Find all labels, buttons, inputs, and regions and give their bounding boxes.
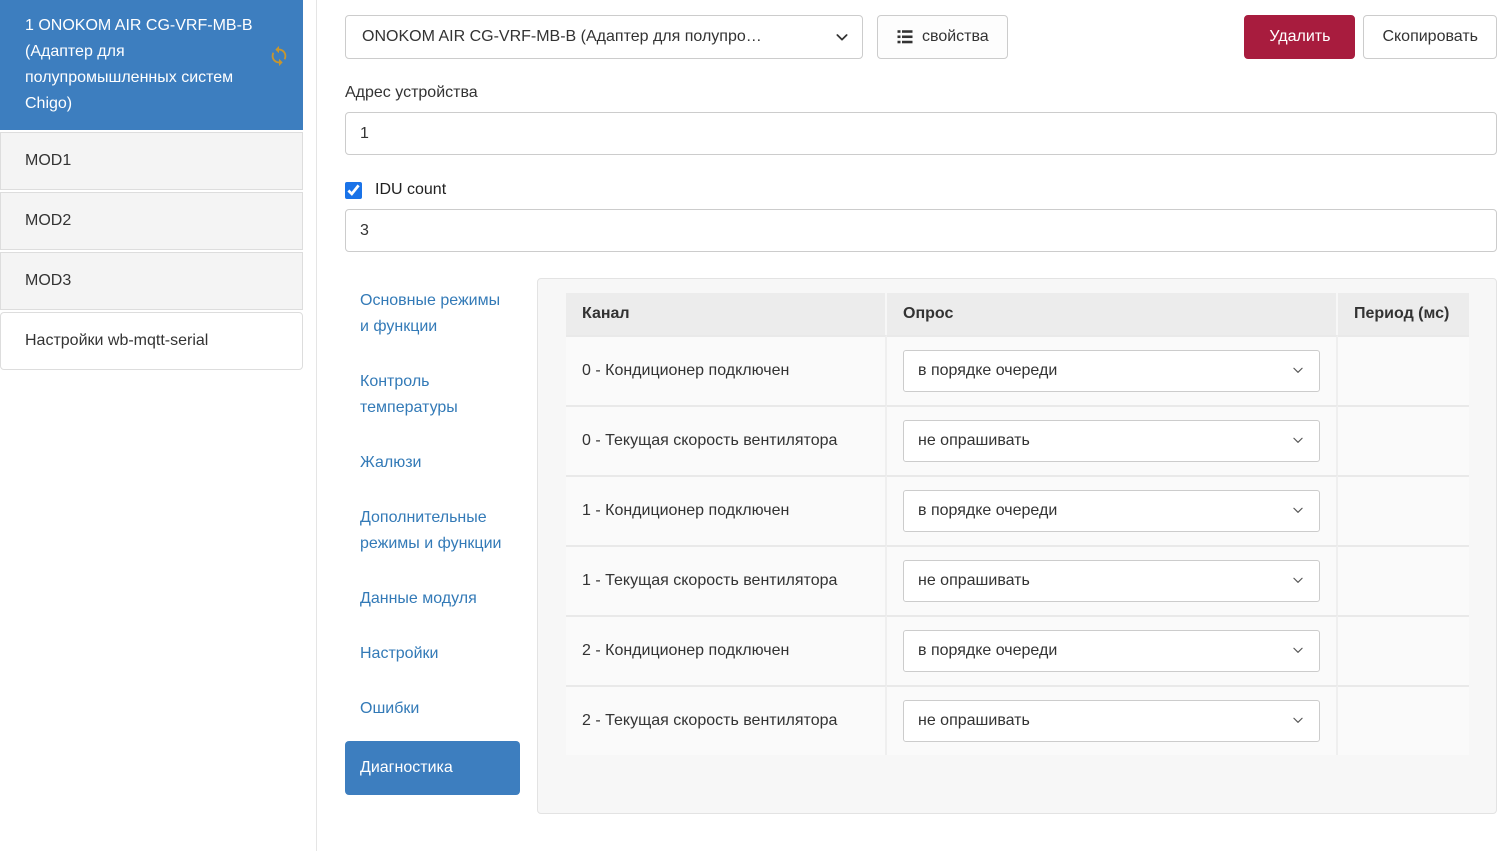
properties-button-label: свойства: [922, 28, 989, 46]
channel-label: 1 - Кондиционер подключен: [566, 475, 887, 545]
chevron-down-icon: [834, 29, 850, 45]
table-row: 0 - Кондиционер подключен в порядке очер…: [566, 335, 1469, 405]
period-cell: [1338, 685, 1469, 755]
list-icon: [896, 28, 914, 46]
device-type-select[interactable]: ONOKOM AIR CG-VRF-MB-B (Адаптер для полу…: [345, 15, 863, 59]
chevron-down-icon: [1291, 573, 1307, 589]
table-row: 1 - Кондиционер подключен в порядке очер…: [566, 475, 1469, 545]
poll-mode-value: в порядке очереди: [918, 362, 1057, 380]
address-input[interactable]: [345, 112, 1497, 155]
tab-module-data[interactable]: Данные модуля: [345, 576, 520, 622]
sidebar-item-mod1[interactable]: MOD1: [0, 132, 303, 190]
chevron-down-icon: [1291, 713, 1307, 729]
channel-label: 0 - Кондиционер подключен: [566, 335, 887, 405]
device-sidebar: 1 ONOKOM AIR CG-VRF-MB-B (Адаптер для по…: [0, 0, 303, 370]
poll-mode-select[interactable]: не опрашивать: [903, 560, 1320, 602]
sidebar-item-mod3[interactable]: MOD3: [0, 252, 303, 310]
period-cell: [1338, 615, 1469, 685]
poll-mode-select[interactable]: в порядке очереди: [903, 490, 1320, 532]
delete-button[interactable]: Удалить: [1244, 15, 1355, 59]
tabs-and-panel: Основные режимы и функции Контроль темпе…: [345, 278, 1497, 814]
sidebar-item-label: 1 ONOKOM AIR CG-VRF-MB-B (Адаптер для по…: [25, 17, 253, 112]
sidebar-item-serial-settings[interactable]: Настройки wb-mqtt-serial: [0, 312, 303, 370]
idu-count-row: IDU count: [345, 181, 1497, 199]
tab-extra-modes[interactable]: Дополнительные режимы и функции: [345, 495, 520, 567]
poll-mode-value: не опрашивать: [918, 572, 1030, 590]
chevron-down-icon: [1291, 433, 1307, 449]
period-cell: [1338, 335, 1469, 405]
chevron-down-icon: [1291, 643, 1307, 659]
column-header-channel: Канал: [566, 293, 887, 335]
device-type-select-value: ONOKOM AIR CG-VRF-MB-B (Адаптер для полу…: [362, 28, 762, 46]
refresh-icon: [268, 45, 290, 67]
diagnostics-panel: Канал Опрос Период (мс) 0 - Кондиционер …: [537, 278, 1497, 814]
poll-mode-select[interactable]: в порядке очереди: [903, 630, 1320, 672]
section-tabs: Основные режимы и функции Контроль темпе…: [345, 278, 520, 795]
poll-table: Канал Опрос Период (мс) 0 - Кондиционер …: [566, 293, 1469, 755]
table-header-row: Канал Опрос Период (мс): [566, 293, 1469, 335]
poll-mode-value: не опрашивать: [918, 432, 1030, 450]
sidebar-item-mod2[interactable]: MOD2: [0, 192, 303, 250]
copy-button[interactable]: Скопировать: [1363, 15, 1497, 59]
tab-diagnostics[interactable]: Диагностика: [345, 741, 520, 795]
sidebar-item-device-active[interactable]: 1 ONOKOM AIR CG-VRF-MB-B (Адаптер для по…: [0, 0, 303, 130]
tab-errors[interactable]: Ошибки: [345, 686, 520, 732]
table-row: 2 - Текущая скорость вентилятора не опра…: [566, 685, 1469, 755]
channel-label: 0 - Текущая скорость вентилятора: [566, 405, 887, 475]
table-row: 2 - Кондиционер подключен в порядке очер…: [566, 615, 1469, 685]
address-label: Адрес устройства: [345, 84, 1497, 102]
channel-label: 1 - Текущая скорость вентилятора: [566, 545, 887, 615]
tab-main-modes[interactable]: Основные режимы и функции: [345, 278, 520, 350]
idu-count-label: IDU count: [375, 181, 446, 199]
main-content: ONOKOM AIR CG-VRF-MB-B (Адаптер для полу…: [345, 15, 1497, 814]
chevron-down-icon: [1291, 363, 1307, 379]
poll-mode-select[interactable]: не опрашивать: [903, 420, 1320, 462]
device-config-page: 1 ONOKOM AIR CG-VRF-MB-B (Адаптер для по…: [0, 0, 1500, 851]
period-cell: [1338, 405, 1469, 475]
channel-label: 2 - Текущая скорость вентилятора: [566, 685, 887, 755]
table-row: 0 - Текущая скорость вентилятора не опра…: [566, 405, 1469, 475]
table-row: 1 - Текущая скорость вентилятора не опра…: [566, 545, 1469, 615]
poll-mode-value: не опрашивать: [918, 712, 1030, 730]
tab-settings[interactable]: Настройки: [345, 631, 520, 677]
period-cell: [1338, 545, 1469, 615]
poll-mode-value: в порядке очереди: [918, 502, 1057, 520]
sidebar-divider: [316, 0, 317, 851]
poll-mode-select[interactable]: в порядке очереди: [903, 350, 1320, 392]
column-header-period: Период (мс): [1338, 293, 1469, 335]
tab-temperature-control[interactable]: Контроль температуры: [345, 359, 520, 431]
period-cell: [1338, 475, 1469, 545]
poll-mode-select[interactable]: не опрашивать: [903, 700, 1320, 742]
device-toolbar: ONOKOM AIR CG-VRF-MB-B (Адаптер для полу…: [345, 15, 1497, 59]
poll-mode-value: в порядке очереди: [918, 642, 1057, 660]
properties-button[interactable]: свойства: [877, 15, 1008, 59]
tab-louvers[interactable]: Жалюзи: [345, 440, 520, 486]
idu-count-input[interactable]: [345, 209, 1497, 252]
chevron-down-icon: [1291, 503, 1307, 519]
idu-count-checkbox[interactable]: [345, 182, 362, 199]
channel-label: 2 - Кондиционер подключен: [566, 615, 887, 685]
column-header-poll: Опрос: [887, 293, 1338, 335]
